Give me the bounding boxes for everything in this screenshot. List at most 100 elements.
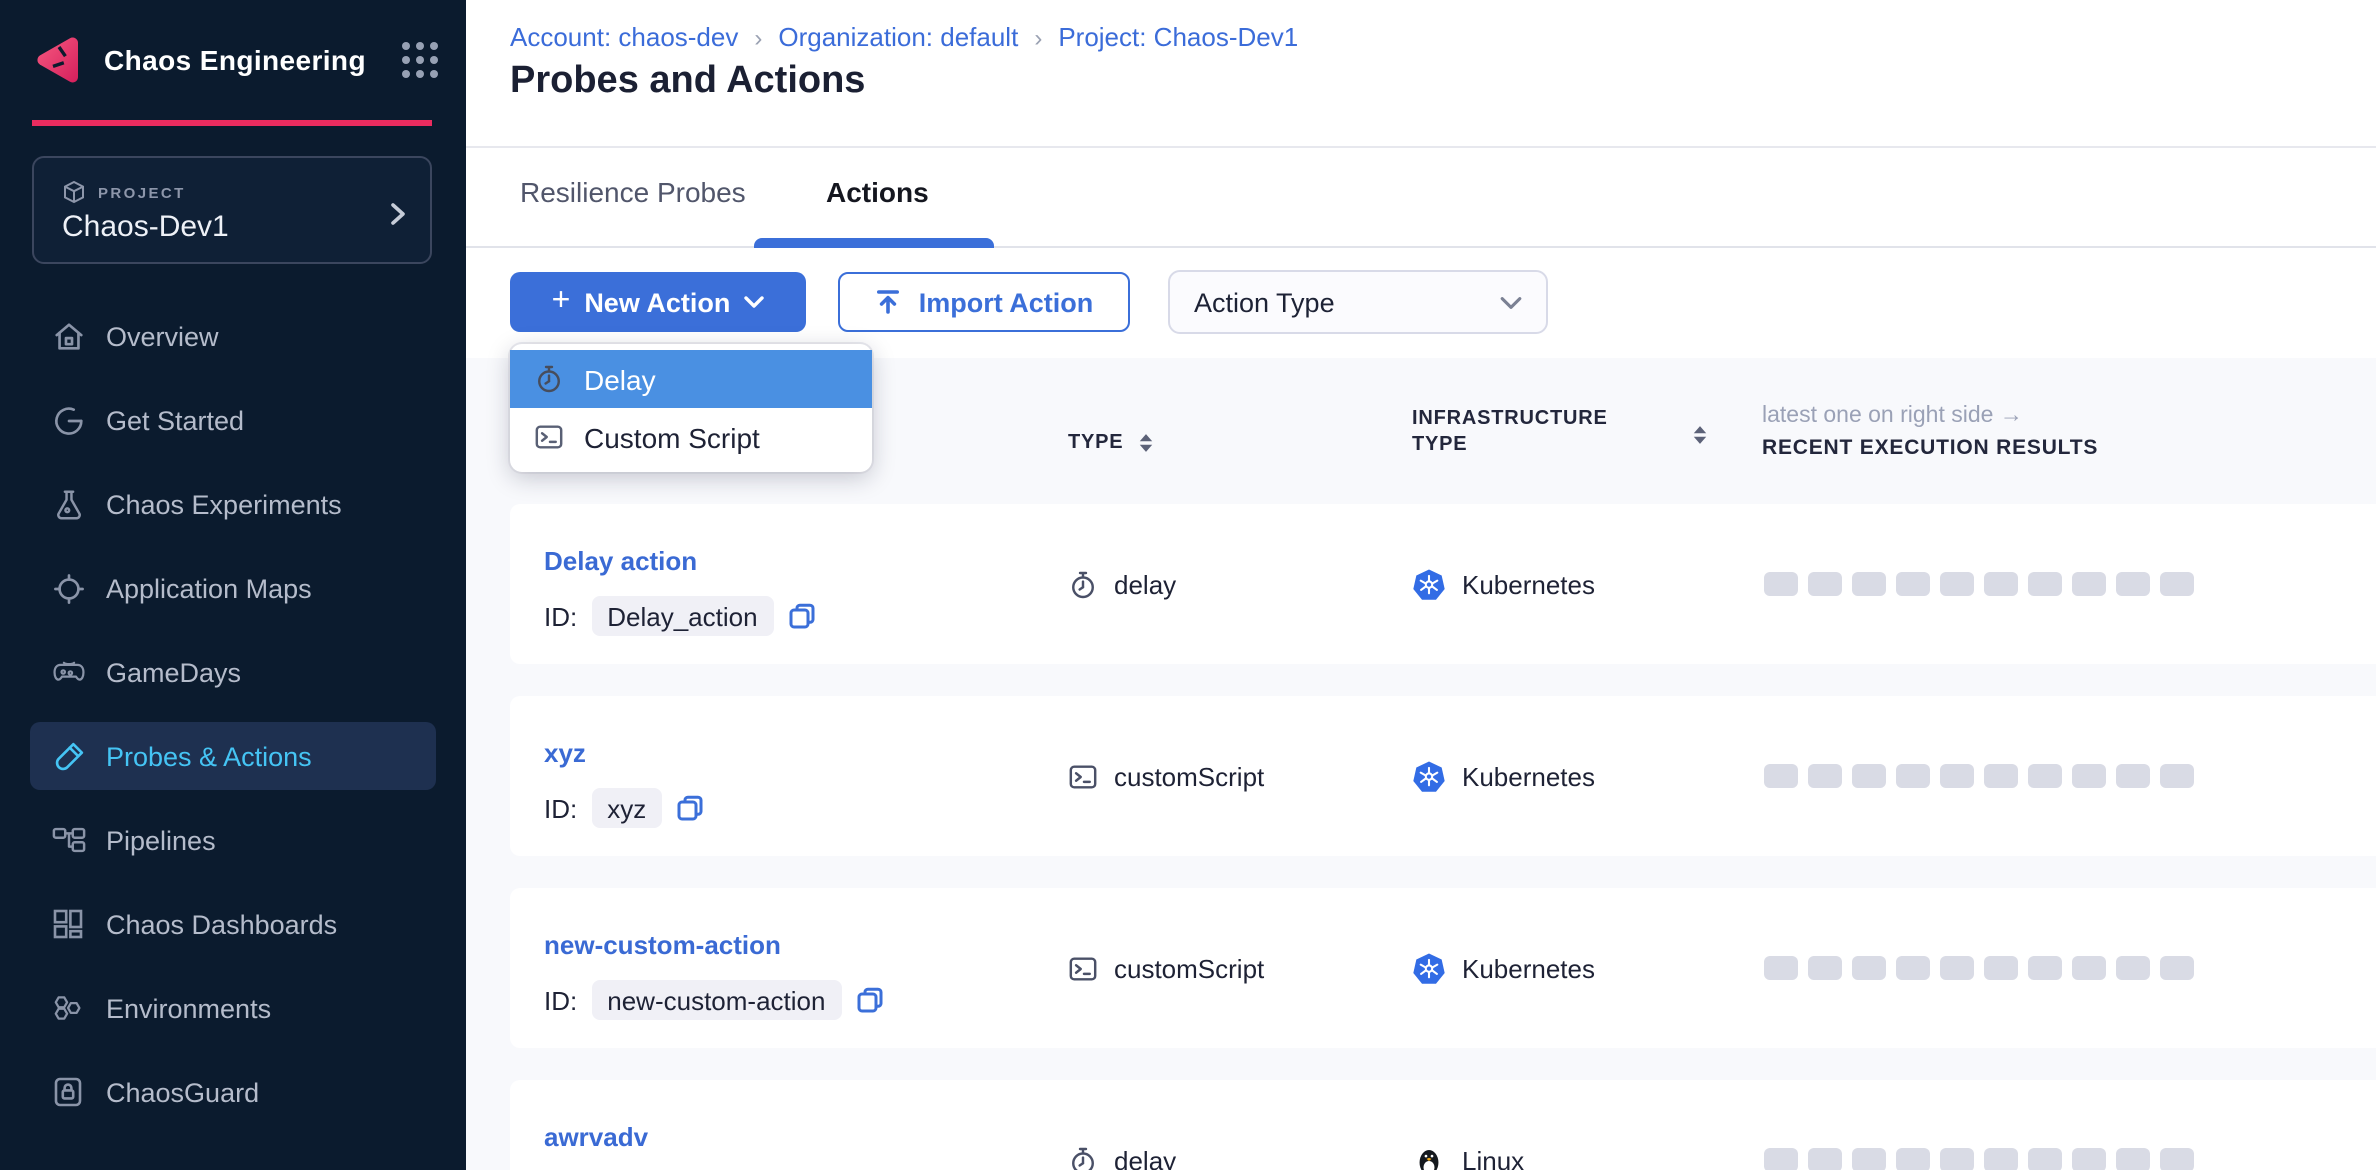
new-action-label: New Action	[584, 287, 730, 317]
menu-item-label: Custom Script	[584, 421, 760, 453]
sidebar-item-application-maps[interactable]: Application Maps	[30, 546, 436, 630]
action-type-filter-select[interactable]: Action Type	[1168, 270, 1548, 334]
chevron-down-icon	[1500, 295, 1522, 309]
import-action-label: Import Action	[919, 287, 1094, 317]
module-switcher-grid-icon[interactable]	[402, 42, 438, 78]
execution-result-placeholder	[1984, 572, 2018, 596]
execution-result-placeholder	[2160, 1148, 2194, 1170]
execution-result-placeholder	[1896, 764, 1930, 788]
menu-item-custom-script[interactable]: Custom Script	[510, 408, 872, 466]
brand-divider	[32, 120, 432, 125]
harness-chaos-logo-icon[interactable]	[32, 34, 84, 86]
sidebar-nav: Overview Get Started Chaos Experiments	[0, 294, 466, 1134]
table-row: new-custom-action ID: new-custom-action …	[510, 888, 2376, 1048]
copy-icon[interactable]	[855, 986, 883, 1014]
type-value: delay	[1114, 569, 1176, 599]
execution-result-placeholder	[2028, 1148, 2062, 1170]
type-cell: customScript	[1068, 888, 1264, 1048]
home-icon	[52, 319, 86, 353]
kubernetes-icon	[1412, 567, 1446, 601]
execution-result-placeholder	[1852, 956, 1886, 980]
execution-result-placeholder	[1896, 1148, 1930, 1170]
execution-result-placeholder	[1984, 1148, 2018, 1170]
project-label: PROJECT	[98, 183, 186, 201]
import-action-button[interactable]: Import Action	[838, 272, 1130, 332]
execution-result-placeholder	[2028, 956, 2062, 980]
sidebar-item-label: Probes & Actions	[106, 741, 312, 771]
action-type-filter-label: Action Type	[1194, 287, 1500, 317]
infrastructure-cell: Linux	[1412, 1080, 1524, 1170]
execution-result-placeholder	[2028, 764, 2062, 788]
table-row: Delay action ID: Delay_action delay	[510, 504, 2376, 664]
sidebar-item-gamedays[interactable]: GameDays	[30, 630, 436, 714]
get-started-icon	[52, 403, 86, 437]
type-value: customScript	[1114, 761, 1264, 791]
project-selector[interactable]: PROJECT Chaos-Dev1	[32, 156, 432, 264]
menu-item-delay[interactable]: Delay	[510, 350, 872, 408]
sidebar-item-environments[interactable]: Environments	[30, 966, 436, 1050]
action-id-value: xyz	[591, 788, 662, 828]
tabs-divider	[466, 246, 2376, 248]
execution-result-placeholder	[2160, 764, 2194, 788]
kubernetes-icon	[1412, 759, 1446, 793]
tab-resilience-probes[interactable]: Resilience Probes	[520, 176, 746, 208]
recent-execution-results	[1764, 572, 2194, 596]
action-name-link[interactable]: Delay action	[544, 546, 697, 576]
breadcrumb-separator: ›	[754, 23, 762, 51]
pipeline-icon	[52, 823, 86, 857]
recent-execution-results	[1764, 956, 2194, 980]
action-id-line: ID: xyz	[544, 788, 704, 828]
infrastructure-cell: Kubernetes	[1412, 696, 1595, 856]
sidebar-item-pipelines[interactable]: Pipelines	[30, 798, 436, 882]
copy-icon[interactable]	[788, 602, 816, 630]
sidebar-item-chaosguard[interactable]: ChaosGuard	[30, 1050, 436, 1134]
terminal-icon	[534, 422, 564, 452]
sort-icon[interactable]	[1692, 424, 1708, 446]
sidebar-item-chaos-dashboards[interactable]: Chaos Dashboards	[30, 882, 436, 966]
execution-result-placeholder	[1984, 764, 2018, 788]
execution-result-placeholder	[1764, 572, 1798, 596]
new-action-button[interactable]: + New Action	[510, 272, 806, 332]
execution-result-placeholder	[1808, 956, 1842, 980]
sidebar-item-overview[interactable]: Overview	[30, 294, 436, 378]
stopwatch-icon	[1068, 1145, 1098, 1170]
column-header-type: TYPE	[1068, 432, 1153, 454]
tab-actions[interactable]: Actions	[826, 176, 929, 208]
sidebar-item-label: Pipelines	[106, 825, 216, 855]
project-name: Chaos-Dev1	[62, 210, 430, 244]
breadcrumb-organization-link[interactable]: Organization: default	[778, 22, 1018, 52]
execution-result-placeholder	[2116, 764, 2150, 788]
app-title: Chaos Engineering	[104, 44, 382, 76]
infrastructure-cell: Kubernetes	[1412, 888, 1595, 1048]
execution-result-placeholder	[1940, 956, 1974, 980]
active-tab-indicator	[754, 238, 994, 248]
execution-result-placeholder	[1764, 764, 1798, 788]
breadcrumb-project-link[interactable]: Project: Chaos-Dev1	[1058, 22, 1298, 52]
recent-execution-results	[1764, 764, 2194, 788]
action-name-link[interactable]: awrvadv	[544, 1122, 648, 1152]
action-name-link[interactable]: xyz	[544, 738, 586, 768]
execution-result-placeholder	[1764, 1148, 1798, 1170]
lock-icon	[52, 1075, 86, 1109]
sidebar-item-label: Application Maps	[106, 573, 312, 603]
recent-execution-results	[1764, 1148, 2194, 1170]
breadcrumb-account-link[interactable]: Account: chaos-dev	[510, 22, 738, 52]
sidebar-item-probes-and-actions[interactable]: Probes & Actions	[30, 722, 436, 790]
type-cell: delay	[1068, 1080, 1176, 1170]
execution-result-placeholder	[1940, 1148, 1974, 1170]
type-value: customScript	[1114, 953, 1264, 983]
sidebar-item-chaos-experiments[interactable]: Chaos Experiments	[30, 462, 436, 546]
dashboard-icon	[52, 907, 86, 941]
sort-icon[interactable]	[1137, 432, 1153, 454]
sidebar-item-label: GameDays	[106, 657, 241, 687]
copy-icon[interactable]	[676, 794, 704, 822]
action-id-value: new-custom-action	[591, 980, 841, 1020]
execution-result-placeholder	[1808, 1148, 1842, 1170]
linux-icon	[1412, 1143, 1446, 1170]
action-name-link[interactable]: new-custom-action	[544, 930, 781, 960]
kubernetes-icon	[1412, 951, 1446, 985]
sidebar-item-get-started[interactable]: Get Started	[30, 378, 436, 462]
execution-result-placeholder	[1896, 956, 1930, 980]
stopwatch-icon	[534, 364, 564, 394]
execution-result-placeholder	[2116, 956, 2150, 980]
